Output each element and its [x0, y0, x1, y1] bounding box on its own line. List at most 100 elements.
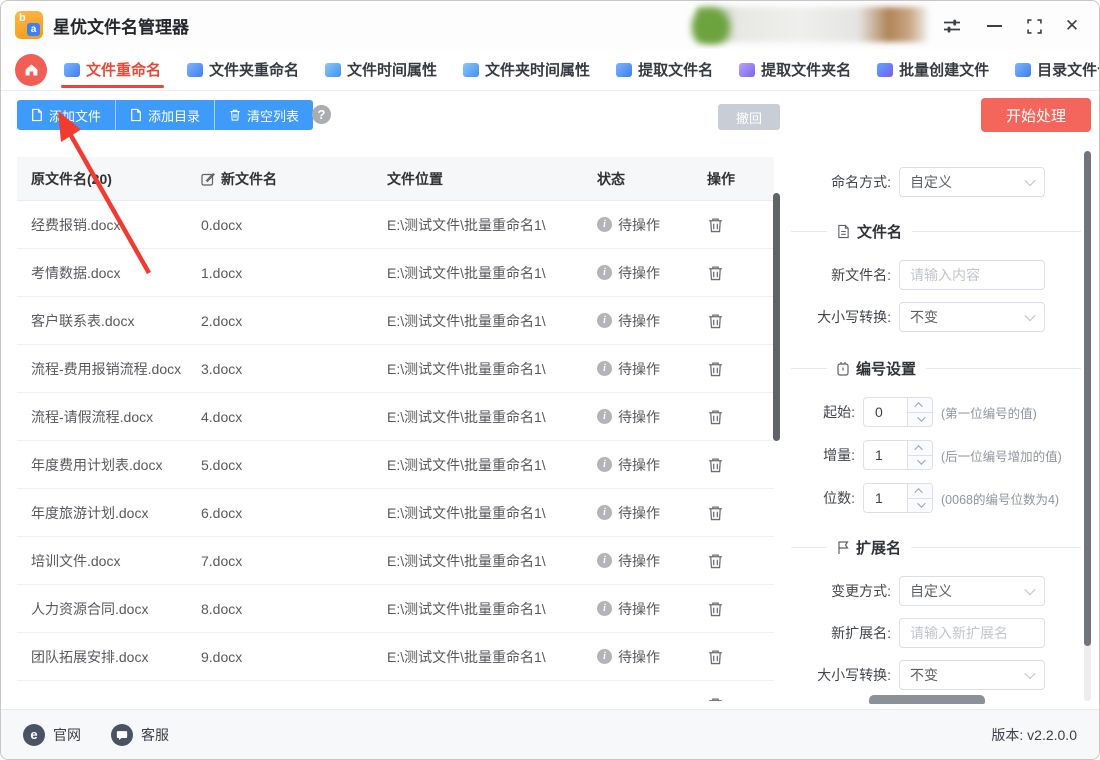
tab-folder-rename[interactable]: 文件夹重命名 [187, 49, 299, 90]
status-cell: i 待操作 [583, 599, 693, 619]
tab-extract-filename[interactable]: 提取文件名 [616, 49, 713, 90]
increment-row: 增量: (后一位编号增加的值) [791, 440, 1081, 470]
spinner-up-button[interactable] [908, 484, 932, 499]
chevron-down-icon [917, 456, 926, 466]
partially-visible-button[interactable] [869, 695, 985, 704]
delete-row-button[interactable] [707, 648, 724, 666]
header-action: 操作 [707, 170, 735, 187]
original-name: 流程-请假流程.docx [31, 408, 154, 425]
tab-extract-foldername[interactable]: 提取文件夹名 [739, 49, 851, 90]
extension-mode-select[interactable]: 自定义 [899, 576, 1045, 606]
delete-row-button[interactable] [707, 552, 724, 570]
clear-list-button[interactable]: 清空列表 [215, 100, 313, 130]
info-icon: i [597, 313, 612, 328]
new-name: 9.docx [201, 648, 243, 665]
trash-icon [709, 410, 722, 424]
close-button[interactable]: ✕ [1059, 13, 1085, 39]
new-filename-input[interactable] [899, 260, 1045, 290]
extension-case-select[interactable]: 不变 [899, 660, 1045, 690]
spinner-down-button[interactable] [908, 456, 932, 470]
tab-label: 文件重命名 [86, 62, 162, 79]
extension-section-title-wrap: 扩展名 [837, 537, 901, 558]
file-icon [32, 108, 42, 122]
numbering-section-title-wrap: 编号设置 [837, 358, 916, 379]
add-file-button[interactable]: 添加文件 [17, 100, 117, 130]
new-name: 1.docx [201, 264, 243, 281]
delete-row-button[interactable] [707, 504, 724, 522]
settings-sliders-icon[interactable] [939, 13, 965, 39]
home-button[interactable] [15, 53, 47, 86]
trash-icon [230, 109, 240, 121]
add-directory-button[interactable]: 添加目录 [116, 100, 216, 130]
extension-mode-label: 变更方式: [831, 583, 891, 599]
undo-button[interactable]: 撤回 [718, 104, 780, 130]
naming-mode-row: 命名方式: 自定义 [791, 167, 1081, 197]
new-name: 4.docx [201, 408, 243, 425]
original-name: 培训文件.docx [31, 552, 121, 569]
start-processing-button[interactable]: 开始处理 [981, 98, 1091, 132]
new-extension-input[interactable] [899, 618, 1045, 648]
spinner-up-button[interactable] [908, 441, 932, 456]
numbering-icon [837, 362, 849, 376]
table-row: 客户联系表.docx 2.docx E:\测试文件\批量重命名1\ i 待操作 [17, 297, 774, 345]
status-cell: i 待操作 [583, 647, 693, 667]
tab-folder-time[interactable]: 文件夹时间属性 [463, 49, 590, 90]
status-text: 待操作 [618, 216, 660, 233]
status-cell: i 待操作 [583, 359, 693, 379]
spinner-down-button[interactable] [908, 499, 932, 513]
tab-batch-create[interactable]: 批量创建文件 [877, 49, 989, 90]
delete-row-button[interactable] [707, 312, 724, 330]
panel-scrollbar-thumb[interactable] [1084, 151, 1091, 646]
start-number-input[interactable] [864, 398, 907, 426]
clear-list-label: 清空列表 [247, 108, 300, 124]
file-location: E:\测试文件\批量重命名1\ [387, 360, 546, 377]
version-text: 版本: v2.2.0.0 [991, 725, 1077, 745]
delete-row-button[interactable] [707, 456, 724, 474]
delete-row-button[interactable] [707, 216, 724, 234]
extension-section-title: 扩展名 [856, 540, 902, 557]
tab-merge-extract[interactable]: 目录文件合并/提取 [1015, 49, 1099, 90]
user-banner-blurred[interactable] [690, 5, 928, 45]
spinner-up-button[interactable] [908, 398, 932, 413]
info-icon: i [597, 265, 612, 280]
table-scrollbar-thumb[interactable] [773, 193, 780, 441]
footer: e 官网 客服 版本: v2.2.0.0 [1, 709, 1099, 759]
stepper-buttons [907, 398, 932, 426]
increment-input[interactable] [864, 441, 907, 469]
extract-foldername-icon [739, 62, 756, 77]
delete-row-button[interactable] [707, 360, 724, 378]
filename-case-select[interactable]: 不变 [899, 302, 1045, 332]
increment-label: 增量: [823, 447, 855, 463]
delete-row-button[interactable] [707, 600, 724, 618]
filename-section-divider: 文件名 [791, 221, 1081, 242]
delete-row-button[interactable] [707, 408, 724, 426]
chevron-up-icon [914, 487, 923, 497]
new-extension-row: 新扩展名: [791, 618, 1081, 648]
digits-row: 位数: (0068的编号位数为4) [791, 483, 1081, 513]
version-label: 版本: [991, 726, 1024, 743]
naming-mode-select[interactable]: 自定义 [899, 167, 1045, 197]
minimize-button[interactable] [981, 13, 1007, 39]
file-location: E:\测试文件\批量重命名1\ [387, 552, 546, 569]
official-website-link[interactable]: e 官网 [23, 723, 81, 746]
new-name: 3.docx [201, 360, 243, 377]
tab-file-time[interactable]: 文件时间属性 [325, 49, 437, 90]
tab-label: 批量创建文件 [899, 62, 990, 79]
info-icon: i [597, 649, 612, 664]
chevron-up-icon [914, 444, 923, 454]
original-name: 客户联系表.docx [31, 312, 135, 329]
digits-input[interactable] [864, 484, 907, 512]
trash-icon [709, 698, 722, 701]
file-table: 原文件名(20) 新文件名 文件位置 状态 操作 经费报销.docx 0.doc… [17, 157, 774, 701]
tab-label: 提取文件夹名 [761, 62, 852, 79]
tab-file-rename[interactable]: 文件重命名 [60, 49, 165, 90]
trash-icon [709, 602, 722, 616]
folder-time-icon [463, 62, 480, 77]
maximize-button[interactable] [1021, 13, 1047, 39]
file-location: E:\测试文件\批量重命名1\ [387, 456, 546, 473]
delete-row-button[interactable] [707, 264, 724, 282]
help-button[interactable]: ? [312, 105, 331, 124]
spinner-down-button[interactable] [908, 413, 932, 427]
customer-service-link[interactable]: 客服 [111, 723, 169, 746]
delete-row-button[interactable] [707, 696, 724, 701]
